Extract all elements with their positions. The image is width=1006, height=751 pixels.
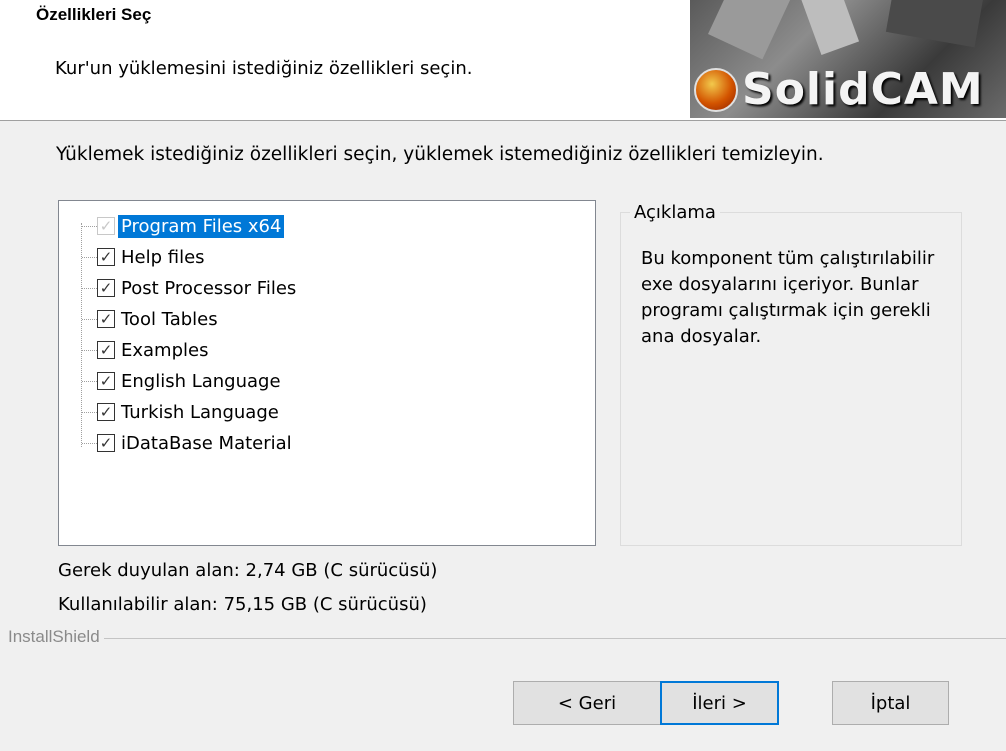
instruction-text: Yüklemek istediğiniz özellikleri seçin, … <box>56 144 824 165</box>
header-panel: Özellikleri Seç Kur'un yüklemesini isted… <box>0 0 1006 121</box>
solidcam-banner: SolidCAM <box>690 0 1006 118</box>
feature-label[interactable]: Program Files x64 <box>118 214 285 238</box>
banner-decoration <box>708 0 792 60</box>
solidcam-logo-icon <box>694 67 738 112</box>
checkbox[interactable]: ✓ <box>97 372 115 390</box>
available-space: Kullanılabilir alan: 75,15 GB (C sürücüs… <box>58 594 427 615</box>
installshield-label: InstallShield <box>8 627 104 647</box>
feature-item[interactable]: ✓ Turkish Language <box>97 399 282 425</box>
feature-item[interactable]: ✓ Post Processor Files <box>97 275 299 301</box>
tree-connector <box>82 226 97 227</box>
description-legend: Açıklama <box>630 202 720 223</box>
tree-connector <box>82 412 97 413</box>
back-button[interactable]: < Geri <box>513 681 661 725</box>
solidcam-logo: SolidCAM <box>694 64 984 115</box>
tree-connector <box>82 443 97 444</box>
tree-connector <box>82 319 97 320</box>
feature-label[interactable]: English Language <box>118 370 284 393</box>
feature-tree[interactable]: ✓ Program Files x64 ✓ Help files ✓ Post Proce… <box>58 200 596 546</box>
feature-label[interactable]: Examples <box>118 339 211 362</box>
checkbox[interactable]: ✓ <box>97 279 115 297</box>
feature-label[interactable]: Help files <box>118 246 208 269</box>
feature-label[interactable]: Turkish Language <box>118 401 282 424</box>
tree-connector <box>82 288 97 289</box>
next-button[interactable]: İleri > <box>660 681 779 725</box>
banner-decoration <box>800 0 860 56</box>
page-subtitle: Kur'un yüklemesini istediğiniz özellikle… <box>55 58 473 79</box>
feature-item[interactable]: ✓ Tool Tables <box>97 306 221 332</box>
feature-label[interactable]: Tool Tables <box>118 308 221 331</box>
checkbox[interactable]: ✓ <box>97 434 115 452</box>
required-space: Gerek duyulan alan: 2,74 GB (C sürücüsü) <box>58 560 438 581</box>
tree-connector <box>82 381 97 382</box>
checkbox[interactable]: ✓ <box>97 248 115 266</box>
cancel-button[interactable]: İptal <box>832 681 949 725</box>
page-title: Özellikleri Seç <box>36 5 152 24</box>
checkbox: ✓ <box>97 217 115 235</box>
footer-divider <box>8 638 1006 639</box>
feature-item[interactable]: ✓ English Language <box>97 368 284 394</box>
feature-label[interactable]: Post Processor Files <box>118 277 299 300</box>
feature-item[interactable]: ✓ iDataBase Material <box>97 430 295 456</box>
tree-connector <box>82 257 97 258</box>
feature-item[interactable]: ✓ Program Files x64 <box>97 213 285 239</box>
logo-text: SolidCAM <box>742 64 984 115</box>
feature-item[interactable]: ✓ Help files <box>97 244 208 270</box>
tree-connector <box>82 350 97 351</box>
feature-label[interactable]: iDataBase Material <box>118 432 295 455</box>
description-text: Bu komponent tüm çalıştırılabilir exe do… <box>641 248 935 347</box>
banner-decoration <box>885 0 985 48</box>
checkbox[interactable]: ✓ <box>97 403 115 421</box>
feature-item[interactable]: ✓ Examples <box>97 337 211 363</box>
checkbox[interactable]: ✓ <box>97 310 115 328</box>
checkbox[interactable]: ✓ <box>97 341 115 359</box>
